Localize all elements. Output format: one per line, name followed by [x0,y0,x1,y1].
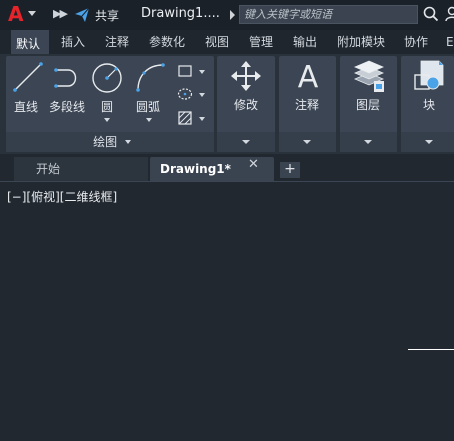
title-bar: A ▶▶ 共享 Drawing1.... 键入关键字或短语 [0,0,454,30]
search-input[interactable]: 键入关键字或短语 [239,5,418,24]
new-tab-button[interactable]: + [280,162,300,178]
annotation-panel[interactable]: A 注释 [279,56,336,152]
ribbon-tab-bar: 默认 插入 注释 参数化 视图 管理 输出 附加模块 协作 E [0,30,454,54]
modify-panel[interactable]: 修改 [217,56,275,152]
share-button[interactable]: 共享 [95,7,119,24]
layers-label: 图层 [356,98,381,112]
tab-addins[interactable]: 附加模块 [337,30,385,54]
annotation-caret-icon[interactable] [303,140,311,144]
tab-annotate[interactable]: 注释 [105,30,129,54]
hatch-tool-icon[interactable] [177,110,193,126]
polyline-tool-icon[interactable] [52,64,84,92]
block-icon[interactable] [413,59,447,93]
ribbon-panel-area: 直线 多段线 圆 圆弧 绘图 修改 A 注释 图层 块 [0,54,454,154]
rectangle-tool-icon[interactable] [177,64,193,78]
circle-tool-label[interactable]: 圆 [101,98,113,115]
quick-access-more-icon[interactable]: ▶▶ [53,7,68,20]
document-tab-bar: 开始 Drawing1* ✕ + [0,154,454,181]
circle-tool-icon[interactable] [90,61,124,95]
block-panel-footer[interactable] [401,132,454,152]
share-icon[interactable] [74,7,90,23]
search-icon[interactable] [423,6,439,22]
tab-more[interactable]: E [446,30,454,54]
draw-panel-footer[interactable]: 绘图 [6,132,214,152]
annotation-panel-footer[interactable] [279,132,336,152]
circle-dropdown-caret-icon[interactable] [104,118,110,122]
layers-caret-icon[interactable] [364,140,372,144]
crosshair-cursor [408,349,454,350]
svg-text:A: A [298,60,319,92]
app-logo-icon[interactable]: A [8,4,24,24]
line-tool-icon[interactable] [12,61,44,93]
line-tool-label[interactable]: 直线 [14,98,38,115]
draw-panel: 直线 多段线 圆 圆弧 绘图 [6,56,214,152]
tab-start[interactable]: 开始 [14,157,148,181]
draw-panel-title: 绘图 [93,135,118,149]
viewport-controls-label[interactable]: [−][俯视][二维线框] [7,188,117,205]
draw-panel-caret-icon[interactable] [124,140,131,144]
modify-caret-icon[interactable] [242,140,250,144]
arc-tool-label[interactable]: 圆弧 [136,98,160,115]
layers-panel-footer[interactable] [340,132,397,152]
tab-manage[interactable]: 管理 [249,30,273,54]
tab-view[interactable]: 视图 [205,30,229,54]
arc-tool-icon[interactable] [134,61,166,93]
block-label: 块 [423,98,436,112]
tab-collaborate[interactable]: 协作 [404,30,428,54]
annotation-label: 注释 [295,98,320,112]
layers-icon[interactable] [352,59,386,93]
move-icon[interactable] [230,60,262,92]
drawing-canvas[interactable]: [−][俯视][二维线框] [0,181,454,441]
ellipse-tool-icon[interactable] [177,87,193,101]
rectangle-dropdown-caret-icon[interactable] [199,70,205,74]
document-title: Drawing1.... [141,6,220,21]
arc-dropdown-caret-icon[interactable] [146,118,152,122]
tab-output[interactable]: 输出 [293,30,317,54]
title-arrow-icon[interactable] [230,10,235,20]
tab-insert[interactable]: 插入 [61,30,85,54]
tab-home[interactable]: 默认 [11,30,49,54]
modify-panel-footer[interactable] [217,132,275,152]
hatch-dropdown-caret-icon[interactable] [199,117,205,121]
layers-panel[interactable]: 图层 [340,56,397,152]
text-annotation-icon[interactable]: A [293,60,323,92]
tab-parametric[interactable]: 参数化 [149,30,185,54]
modify-label: 修改 [234,98,259,112]
block-panel[interactable]: 块 [401,56,454,152]
block-caret-icon[interactable] [425,140,433,144]
polyline-tool-label[interactable]: 多段线 [49,98,85,115]
app-menu-caret-icon[interactable] [28,11,36,16]
ellipse-dropdown-caret-icon[interactable] [199,93,205,97]
user-icon[interactable] [444,6,454,22]
close-tab-icon[interactable]: ✕ [248,157,259,172]
